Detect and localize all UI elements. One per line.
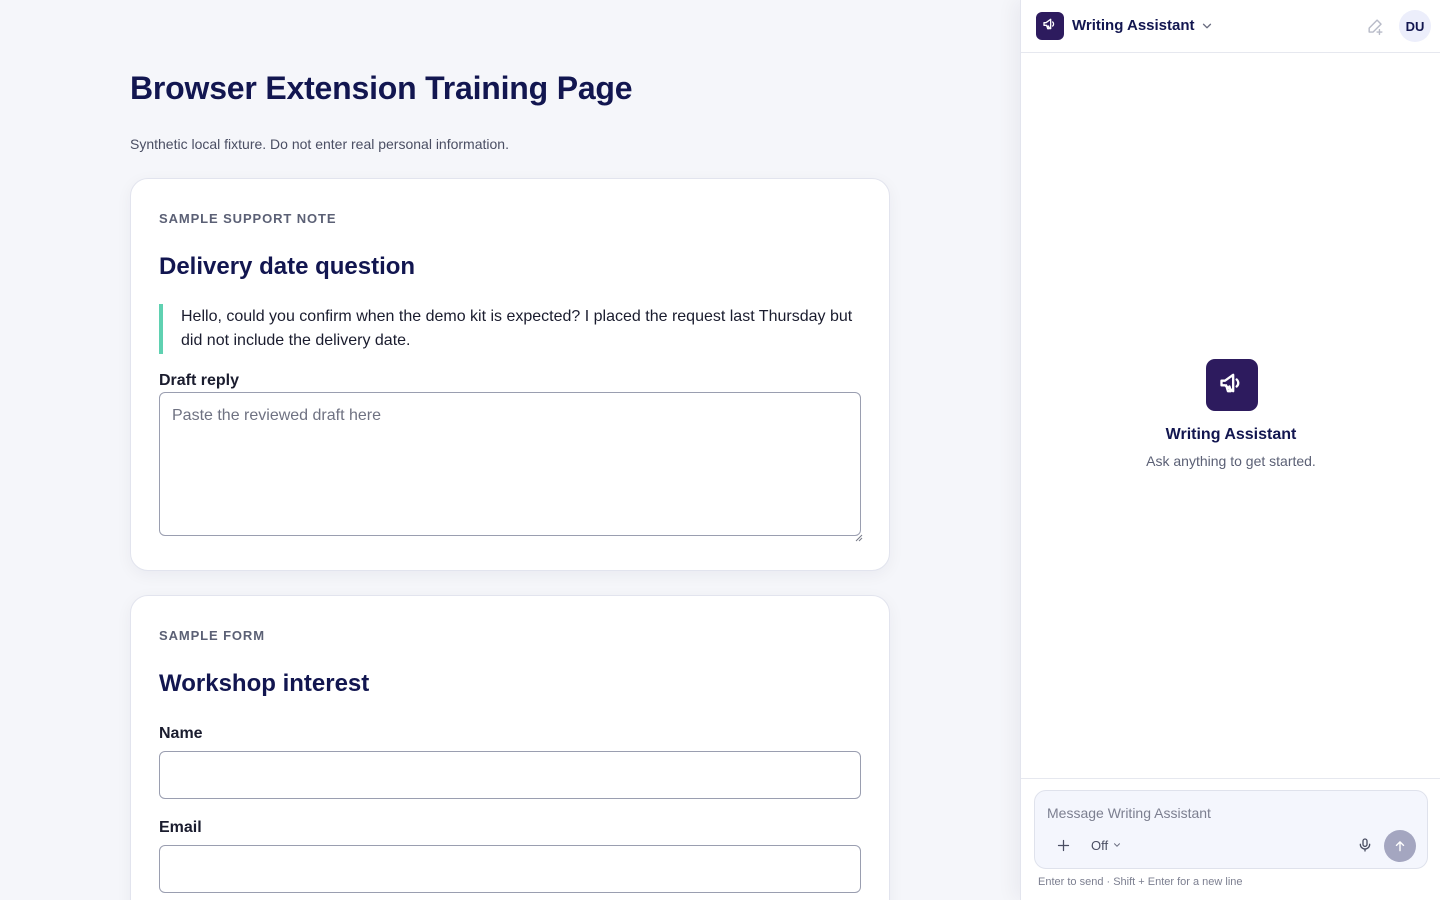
chevron-down-icon — [1112, 838, 1122, 853]
support-note-heading: Delivery date question — [159, 253, 416, 280]
email-label: Email — [159, 819, 202, 836]
assistant-selector[interactable]: Writing Assistant — [1072, 17, 1195, 34]
empty-state-title: Writing Assistant — [1165, 426, 1297, 443]
training-page: Browser Extension Training Page Syntheti… — [0, 0, 1020, 900]
support-note-card: SAMPLE SUPPORT NOTE Delivery date questi… — [130, 178, 890, 571]
name-label: Name — [159, 725, 203, 742]
email-input[interactable] — [159, 845, 861, 893]
arrow-up-icon — [1393, 839, 1407, 853]
mode-dropdown[interactable]: Off — [1091, 836, 1122, 854]
assistant-header: Writing Assistant DU — [1021, 0, 1440, 53]
draft-reply-label: Draft reply — [159, 372, 240, 389]
composer-divider — [1021, 778, 1440, 779]
empty-state-subtitle: Ask anything to get started. — [1146, 453, 1316, 469]
mode-value: Off — [1091, 837, 1109, 853]
megaphone-icon — [1218, 369, 1246, 402]
attach-plus-icon[interactable] — [1053, 835, 1073, 855]
resize-handle-icon[interactable] — [855, 529, 863, 542]
support-note-eyebrow: SAMPLE SUPPORT NOTE — [159, 211, 337, 226]
page-title: Browser Extension Training Page — [130, 70, 633, 106]
message-input[interactable] — [1047, 803, 1407, 823]
form-eyebrow: SAMPLE FORM — [159, 628, 265, 643]
chevron-down-icon[interactable] — [1200, 19, 1214, 33]
customer-quote: Hello, could you confirm when the demo k… — [159, 304, 859, 354]
assistant-logo — [1036, 12, 1064, 40]
microphone-icon[interactable] — [1355, 835, 1375, 855]
draft-reply-textarea[interactable] — [159, 392, 861, 536]
workshop-form-card: SAMPLE FORM Workshop interest Name Email — [130, 595, 890, 900]
user-avatar[interactable]: DU — [1399, 10, 1431, 42]
name-input[interactable] — [159, 751, 861, 799]
message-composer: Off — [1034, 790, 1428, 869]
megaphone-icon — [1042, 16, 1058, 37]
form-heading: Workshop interest — [159, 670, 370, 697]
composer-hint: Enter to send · Shift + Enter for a new … — [1038, 876, 1243, 888]
empty-state-logo — [1206, 359, 1258, 411]
page-subtitle: Synthetic local fixture. Do not enter re… — [130, 136, 509, 152]
new-chat-edit-icon[interactable] — [1366, 17, 1385, 36]
assistant-panel: Writing Assistant DU Writing Assistant A… — [1020, 0, 1440, 900]
send-button[interactable] — [1384, 830, 1416, 862]
